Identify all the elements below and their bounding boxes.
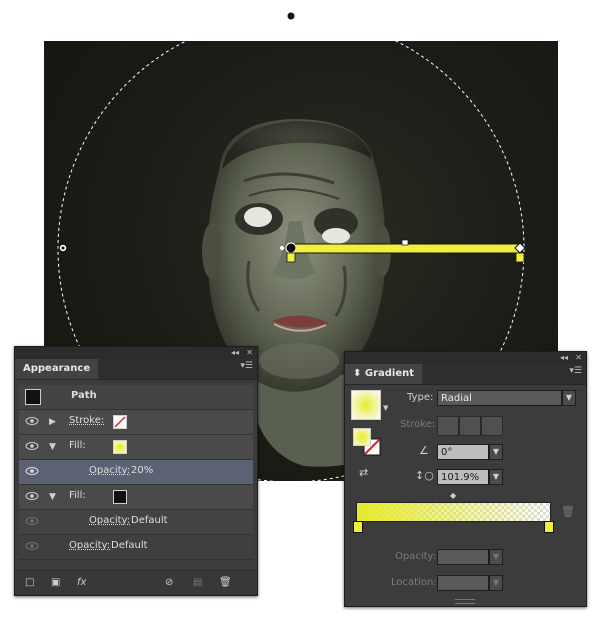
- fill-swatch-small[interactable]: [353, 428, 371, 446]
- gradient-dropdown-arrow-icon[interactable]: ▼: [383, 404, 388, 412]
- gradient-slider[interactable]: [356, 502, 551, 522]
- location-label: Location:: [391, 577, 437, 588]
- appearance-bottom-toolbar: □ ▣ fx ⊘ ▤ 🗑: [15, 570, 257, 595]
- duplicate-item-icon: ▤: [193, 577, 203, 588]
- collapse-icon[interactable]: ◂◂: [560, 352, 568, 364]
- tab-gradient-label: Gradient: [364, 368, 415, 379]
- visibility-eye-icon[interactable]: [25, 541, 39, 551]
- gradient-panel: ◂◂ ✕ ⬍ Gradient ▾☰ ▼ ⇄ Type: Radial ▼ St…: [344, 351, 587, 607]
- fill-row-black[interactable]: ▼ Fill:: [19, 485, 253, 510]
- opacity-label[interactable]: Opacity:: [89, 465, 130, 476]
- stroke-label[interactable]: Stroke:: [69, 415, 104, 426]
- panel-titlebar[interactable]: ◂◂ ✕: [15, 347, 257, 359]
- appearance-panel: ◂◂ ✕ Appearance ▾☰ Path ▶ Stroke: ▼ Fill…: [14, 346, 258, 596]
- midpoint-marker[interactable]: [401, 239, 409, 246]
- visibility-eye-icon[interactable]: [25, 516, 39, 526]
- opacity-value: 20%: [131, 465, 154, 476]
- aspect-ratio-icon: ↕○: [415, 469, 434, 482]
- reverse-gradient-icon[interactable]: ⇄: [359, 466, 368, 479]
- opacity-label[interactable]: Opacity:: [69, 540, 110, 551]
- panel-menu-icon[interactable]: ▾☰: [569, 366, 582, 376]
- left-color-stop[interactable]: [353, 521, 363, 533]
- close-icon[interactable]: ✕: [575, 352, 582, 364]
- delete-stop-icon: 🗑: [561, 505, 575, 518]
- add-stroke-icon[interactable]: □: [25, 577, 34, 588]
- gradient-tabbar: ⬍ Gradient ▾☰: [345, 364, 586, 385]
- black-fill-swatch[interactable]: [113, 490, 127, 504]
- close-icon[interactable]: ✕: [246, 347, 253, 359]
- opacity-value: Default: [131, 515, 168, 526]
- trash-icon[interactable]: 🗑: [219, 577, 232, 588]
- end-color-stop[interactable]: [515, 252, 525, 263]
- fill-opacity-default-row[interactable]: Opacity: Default: [19, 510, 253, 535]
- collapse-icon[interactable]: ◂◂: [231, 347, 239, 359]
- top-handle[interactable]: [287, 12, 295, 20]
- panel-titlebar[interactable]: ◂◂ ✕: [345, 352, 586, 364]
- opacity-value: Default: [111, 540, 148, 551]
- type-select[interactable]: Radial: [437, 390, 562, 406]
- stroke-across-icon: [481, 416, 503, 436]
- aspect-ratio-input[interactable]: 101.9%: [437, 469, 489, 485]
- opacity-dropdown-icon[interactable]: ▼: [489, 549, 503, 565]
- object-label: Path: [71, 390, 97, 401]
- start-color-stop[interactable]: [286, 252, 296, 263]
- type-dropdown-icon[interactable]: ▼: [562, 390, 576, 406]
- gradient-preview-swatch[interactable]: [351, 390, 381, 420]
- location-dropdown-icon[interactable]: ▼: [489, 575, 503, 591]
- resize-grip[interactable]: [455, 599, 475, 604]
- opacity-label: Opacity:: [395, 551, 437, 562]
- object-row[interactable]: Path: [19, 385, 253, 410]
- visibility-eye-icon[interactable]: [25, 491, 39, 501]
- object-thumbnail: [25, 389, 41, 405]
- collapse-triangle-icon[interactable]: ▼: [49, 442, 56, 452]
- stroke-row[interactable]: ▶ Stroke:: [19, 410, 253, 435]
- clear-appearance-icon[interactable]: ⊘: [165, 577, 173, 588]
- location-input[interactable]: [437, 575, 489, 591]
- angle-input[interactable]: 0°: [437, 444, 489, 460]
- fill-label: Fill:: [69, 440, 86, 451]
- add-fill-icon[interactable]: ▣: [51, 577, 60, 588]
- visibility-eye-icon[interactable]: [25, 416, 39, 426]
- collapse-triangle-icon[interactable]: ▼: [49, 492, 56, 502]
- stroke-along-icon: [459, 416, 481, 436]
- fill-label: Fill:: [69, 490, 86, 501]
- stroke-within-icon: [437, 416, 459, 436]
- panel-menu-icon[interactable]: ▾☰: [240, 361, 253, 371]
- tab-appearance[interactable]: Appearance: [15, 359, 99, 379]
- origin-handle[interactable]: [285, 242, 297, 254]
- angle-dropdown-icon[interactable]: ▼: [489, 444, 503, 460]
- right-color-stop[interactable]: [544, 521, 554, 533]
- appearance-tabbar: Appearance ▾☰: [15, 359, 257, 380]
- stroke-gradient-options: [437, 416, 503, 436]
- angle-icon: ∠: [419, 444, 429, 457]
- tab-gradient[interactable]: ⬍ Gradient: [345, 364, 423, 384]
- visibility-eye-icon[interactable]: [25, 441, 39, 451]
- type-label: Type:: [407, 392, 434, 403]
- opacity-label[interactable]: Opacity:: [89, 515, 130, 526]
- object-opacity-row[interactable]: Opacity: Default: [19, 535, 253, 560]
- visibility-eye-icon[interactable]: [25, 466, 39, 476]
- gradient-fill-swatch[interactable]: [113, 440, 127, 454]
- aspect-ratio-dropdown-icon[interactable]: ▼: [489, 469, 503, 485]
- opacity-input[interactable]: [437, 549, 489, 565]
- gradient-slider-bar[interactable]: [290, 243, 521, 254]
- fx-icon[interactable]: fx: [77, 577, 86, 588]
- expand-triangle-icon[interactable]: ▶: [49, 417, 56, 427]
- midpoint-diamond-icon[interactable]: ◆: [450, 491, 456, 500]
- fill-row-gradient[interactable]: ▼ Fill:: [19, 435, 253, 460]
- stroke-none-swatch[interactable]: [113, 415, 127, 429]
- fill-opacity-row[interactable]: Opacity: 20%: [19, 460, 253, 485]
- stroke-label: Stroke:: [400, 419, 436, 430]
